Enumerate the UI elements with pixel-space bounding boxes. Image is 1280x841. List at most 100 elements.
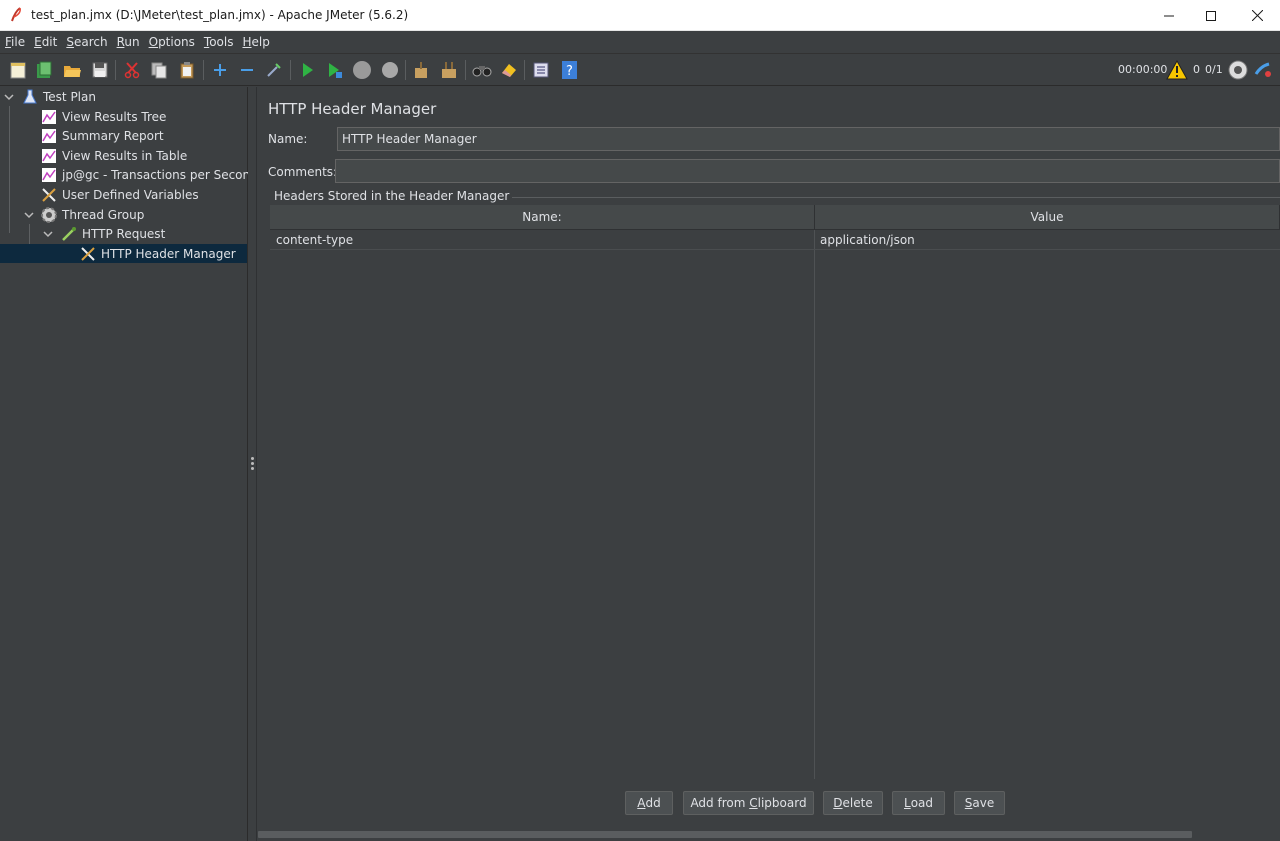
tree-node-transactions-per-second[interactable]: jp@gc - Transactions per Second: [40, 165, 258, 184]
open-button[interactable]: [61, 59, 83, 81]
clear-button[interactable]: [410, 59, 432, 81]
brooms-icon: [442, 62, 456, 78]
tree-node-label: Thread Group: [62, 207, 145, 222]
chevron-down-icon: [43, 231, 53, 238]
add-from-clipboard-button[interactable]: Add from Clipboard: [683, 791, 814, 815]
start-button[interactable]: [296, 59, 318, 81]
graph-icon: [40, 147, 58, 165]
load-button[interactable]: Load: [892, 791, 945, 815]
menu-run[interactable]: Run: [113, 32, 144, 52]
column-header-value[interactable]: Value: [815, 205, 1280, 230]
tree-node-label: View Results in Table: [62, 148, 188, 163]
headers-table: Name: Value content-type application/jso…: [270, 205, 1280, 779]
flask-icon: [21, 88, 39, 106]
horizontal-scrollbar[interactable]: [258, 831, 1192, 838]
toggle-wand-icon: [267, 63, 281, 77]
paste-clipboard-icon: [180, 62, 194, 79]
remote-engines-button[interactable]: [1227, 59, 1249, 81]
delete-button[interactable]: Delete: [823, 791, 883, 815]
expand-all-button[interactable]: [209, 59, 231, 81]
warning-count: 0: [1193, 63, 1200, 76]
graph-icon: [40, 127, 58, 145]
broom-icon: [415, 62, 427, 78]
split-pane-divider[interactable]: [248, 87, 257, 841]
menu-file[interactable]: File: [1, 32, 29, 52]
stop-button[interactable]: [351, 59, 373, 81]
tree-node-view-results-tree[interactable]: View Results Tree: [40, 107, 166, 126]
minus-icon: [241, 69, 253, 71]
tree-node-label: Test Plan: [43, 89, 96, 104]
tree-toggle-thread-group[interactable]: [23, 209, 35, 221]
log-viewer-icon: [1254, 62, 1271, 77]
header-manager-panel: HTTP Header Manager Name: Comments: Head…: [258, 87, 1280, 841]
paste-button[interactable]: [176, 59, 198, 81]
tree-node-user-defined-variables[interactable]: User Defined Variables: [40, 185, 199, 204]
play-icon: [303, 63, 313, 77]
add-button[interactable]: Add: [625, 791, 673, 815]
active-threads: 0/1: [1205, 63, 1223, 76]
name-field[interactable]: [337, 127, 1280, 151]
tree-node-http-request[interactable]: HTTP Request: [60, 224, 165, 243]
graph-icon: [40, 108, 58, 126]
copy-button[interactable]: [148, 59, 170, 81]
shutdown-button[interactable]: [379, 59, 401, 81]
table-cell-name[interactable]: content-type: [270, 230, 814, 250]
eraser-icon: [502, 64, 516, 77]
tree-node-label: jp@gc - Transactions per Second: [62, 167, 258, 182]
tree-node-thread-group[interactable]: Thread Group: [40, 205, 144, 224]
menu-tools[interactable]: Tools: [200, 32, 238, 52]
warning-indicator[interactable]: [1166, 59, 1188, 81]
svg-text:?: ?: [566, 64, 573, 79]
reset-search-button[interactable]: [498, 59, 520, 81]
tree-node-http-header-manager[interactable]: HTTP Header Manager: [0, 244, 247, 263]
minimize-icon: [1164, 15, 1174, 16]
comments-field[interactable]: [335, 159, 1280, 183]
tree-toggle-test-plan[interactable]: [3, 91, 15, 103]
minimize-button[interactable]: [1146, 0, 1192, 31]
maximize-icon: [1206, 10, 1216, 21]
tree-node-label: HTTP Header Manager: [101, 246, 236, 261]
tree-node-label: View Results Tree: [62, 109, 167, 124]
column-header-name[interactable]: Name:: [270, 205, 815, 230]
group-border: [480, 197, 1280, 198]
collapse-all-button[interactable]: [236, 59, 258, 81]
tree-node-view-results-in-table[interactable]: View Results in Table: [40, 146, 187, 165]
tree-node-test-plan[interactable]: Test Plan: [21, 87, 96, 106]
search-toolbar-button[interactable]: [471, 59, 493, 81]
log-viewer-button[interactable]: [1252, 59, 1274, 81]
toolbar: ? 00:00:00 0 0/1: [0, 53, 1280, 86]
chevron-down-icon: [4, 94, 14, 101]
plus-icon: [214, 64, 226, 76]
warning-triangle-icon: [1166, 60, 1188, 80]
menu-edit[interactable]: Edit: [30, 32, 61, 52]
remote-globe-icon: [1228, 60, 1248, 80]
shutdown-icon: [382, 62, 398, 78]
function-helper-button[interactable]: [530, 59, 552, 81]
clear-all-button[interactable]: [438, 59, 460, 81]
menu-options[interactable]: Options: [145, 32, 199, 52]
save-toolbar-button[interactable]: [89, 59, 111, 81]
tree-node-label: Summary Report: [62, 128, 164, 143]
maximize-button[interactable]: [1188, 0, 1234, 31]
tree-node-label: User Defined Variables: [62, 187, 199, 202]
new-button[interactable]: [7, 59, 29, 81]
help-button[interactable]: ?: [559, 59, 581, 81]
headers-group-title: Headers Stored in the Header Manager: [274, 189, 513, 203]
toggle-button[interactable]: [263, 59, 285, 81]
table-cell-value[interactable]: application/json: [815, 230, 1280, 250]
test-plan-tree: Test Plan View Results Tree Summary Repo…: [0, 87, 258, 841]
tree-toggle-http-request[interactable]: [42, 228, 54, 240]
start-no-pauses-button[interactable]: [323, 59, 345, 81]
templates-button[interactable]: [33, 59, 55, 81]
elapsed-time: 00:00:00: [1118, 63, 1168, 76]
stop-icon: [353, 61, 371, 79]
graph-icon: [40, 166, 58, 184]
save-button[interactable]: Save: [954, 791, 1005, 815]
menu-search[interactable]: Search: [62, 32, 111, 52]
cut-button[interactable]: [121, 59, 143, 81]
close-button[interactable]: [1234, 0, 1280, 31]
window-title: test_plan.jmx (D:\JMeter\test_plan.jmx) …: [31, 8, 409, 22]
new-file-icon: [10, 62, 26, 79]
tree-node-summary-report[interactable]: Summary Report: [40, 126, 164, 145]
menu-help[interactable]: Help: [239, 32, 274, 52]
